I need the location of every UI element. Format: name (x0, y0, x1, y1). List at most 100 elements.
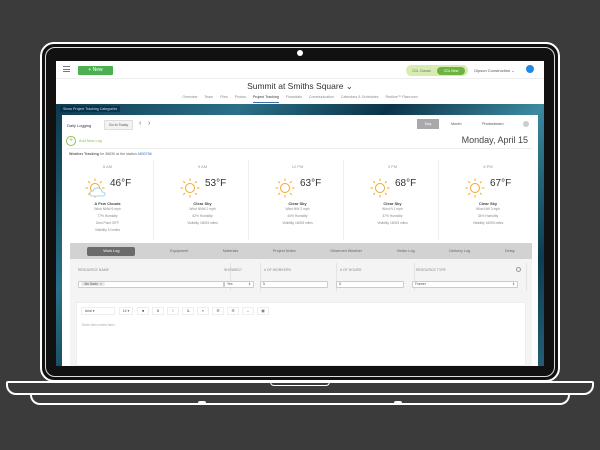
weather-slot: 3 PM 68°F Clear Sky Wind N 1 mph 37% Humidit… (347, 160, 439, 240)
sun-icon (465, 178, 485, 198)
add-new-log-button[interactable]: Add New Log (79, 139, 102, 143)
resource-name-input[interactable]: Jim Davis × (78, 281, 224, 288)
weather-detail: Visibility 10 miles (94, 228, 121, 232)
table-icon[interactable]: ▦ (257, 307, 269, 315)
tab-project-notes[interactable]: Project Notes (273, 249, 296, 253)
hamburger-menu-icon[interactable] (63, 66, 70, 72)
top-bar: + New CDL Classic CDL New Gipson Constru… (56, 61, 544, 79)
tab-financials[interactable]: Financials (286, 95, 302, 103)
weather-detail: Wind NW 2 mph (285, 207, 310, 211)
size-select[interactable]: 14 ▾ (119, 307, 133, 315)
resource-chip: Jim Davis × (81, 282, 105, 286)
tab-visitor-log[interactable]: Visitor Log (397, 249, 415, 253)
new-button[interactable]: + New (78, 66, 113, 75)
company-dropdown[interactable]: Gipson Construction ⌄ (474, 68, 515, 73)
weather-details: Wind NNW 2 mph 62% Humidity Visibility 160… (157, 206, 248, 227)
weather-temp: 46°F (110, 178, 132, 189)
next-day-icon[interactable]: › (148, 120, 150, 127)
tab-files[interactable]: Files (220, 95, 228, 103)
sun-icon (275, 178, 295, 198)
current-date: Monday, April 15 (461, 135, 528, 145)
weather-temp: 53°F (205, 178, 227, 189)
notes-editor: Arial ▾ 14 ▾ ■ B I S̶ ≡ ☰ ☰ ⇔ ▦ Enter item notes… (76, 302, 526, 366)
weather-detail: 37% Humidity (382, 214, 403, 218)
project-title[interactable]: Summit at Smiths Square ⌄ (56, 81, 544, 92)
column-header: RESOURCE NAME (78, 268, 109, 272)
laptop-base-bottom (30, 395, 570, 405)
bold-icon[interactable]: B (152, 307, 164, 315)
tab-team[interactable]: Team (204, 95, 213, 103)
tab-equipment[interactable]: Equipment (170, 249, 188, 253)
weather-slot: 9 AM 53°F Clear Sky Wind NNW 2 mph 62% Humid… (157, 160, 249, 240)
camera-icon (297, 50, 303, 56)
weather-time: 3 PM (387, 164, 398, 169)
column-divider (526, 263, 527, 291)
view-month[interactable]: Month (451, 122, 462, 126)
column-header: RESOURCE TYPE (416, 268, 446, 272)
view-day[interactable]: Day (417, 119, 439, 129)
strikethrough-icon[interactable]: S̶ (182, 307, 194, 315)
workers-input[interactable]: 5 (260, 281, 328, 288)
column-header: SHOWED? (224, 268, 242, 272)
settings-icon[interactable] (523, 121, 529, 127)
prev-day-icon[interactable]: ‹ (139, 120, 141, 127)
classic-mode[interactable]: CDL Classic (412, 69, 431, 73)
station-link[interactable]: 4830796 (138, 152, 152, 156)
mode-switch[interactable]: CDL Classic CDL New (406, 65, 468, 76)
color-icon[interactable]: ■ (137, 307, 149, 315)
avatar[interactable] (526, 65, 534, 73)
tab-delay[interactable]: Delay (505, 249, 515, 253)
ordered-list-icon[interactable]: ☰ (212, 307, 224, 315)
tab-observed-weather[interactable]: Observed Weather (330, 249, 362, 253)
weather-details: Wind NW 2 mph 44% Humidity Visibility 1609… (252, 206, 343, 227)
showed-value: Yes (227, 282, 233, 286)
daily-logging-label: Daily Logging (67, 123, 92, 128)
tab-delivery-log[interactable]: Delivery Log (449, 249, 470, 253)
weather-detail: Visibility 16093 miles (377, 221, 408, 225)
resource-chip-label: Jim Davis (84, 282, 98, 286)
tab-calendars-schedules[interactable]: Calendars & Schedules (341, 95, 379, 103)
weather-detail: Visibility 16093 miles (187, 221, 218, 225)
link-icon[interactable]: ⇔ (242, 307, 254, 315)
sun-icon (370, 178, 390, 198)
font-value: Arial (85, 309, 92, 313)
weather-detail: Visibility 16093 miles (472, 221, 504, 225)
hours-input[interactable]: 8 (336, 281, 404, 288)
go-to-today-button[interactable]: Go to Today (104, 120, 133, 130)
weather-forecast: 6 AM 46°F A Few Clouds Wind NNW 6 mph 77% Hu… (62, 160, 538, 240)
showed-select[interactable]: Yes ⇕ (224, 281, 254, 288)
show-categories-button[interactable]: Show Project Tracking Categories (60, 106, 121, 112)
tab-redline-planroom[interactable]: Redline™ Planroom (385, 95, 417, 103)
add-log-icon[interactable]: + (66, 136, 76, 146)
tab-work-log[interactable]: Work Log (87, 246, 136, 256)
weather-detail: Wind NW 3 mph (476, 207, 500, 211)
view-photostream[interactable]: Photostream (482, 122, 504, 126)
weather-detail: Wind N 1 mph (382, 207, 403, 211)
new-mode[interactable]: CDL New (437, 66, 465, 75)
settings-icon[interactable] (516, 267, 521, 272)
weather-detail: 34% Humidity (477, 214, 499, 218)
weather-detail: 44% Humidity (287, 214, 308, 218)
size-value: 14 (122, 309, 127, 313)
weather-temp: 63°F (300, 178, 322, 189)
notes-placeholder[interactable]: Enter item notes here... (82, 323, 117, 327)
tab-project-tracking[interactable]: Project Tracking (252, 95, 279, 103)
align-icon[interactable]: ≡ (197, 307, 209, 315)
weather-time: 9 AM (197, 164, 208, 169)
weather-tracking-line: Weather Tracking for 36830 at the statio… (69, 152, 152, 156)
weather-detail: Wind NNW 6 mph (94, 207, 121, 211)
tab-communication[interactable]: Communication (309, 95, 334, 103)
tab-materials[interactable]: Materials (223, 249, 238, 253)
laptop-notch (270, 381, 330, 386)
tab-overview[interactable]: Overview (182, 95, 197, 103)
remove-chip-icon[interactable]: × (100, 282, 102, 286)
italic-icon[interactable]: I (167, 307, 179, 315)
select-arrow-icon: ⇕ (512, 282, 515, 286)
app-screen: + New CDL Classic CDL New Gipson Constru… (56, 61, 544, 366)
bullet-list-icon[interactable]: ☰ (227, 307, 239, 315)
resource-type-select[interactable]: Framer ⇕ (412, 281, 518, 288)
select-arrow-icon: ⇕ (248, 282, 251, 286)
font-select[interactable]: Arial ▾ (81, 307, 115, 315)
tab-photos[interactable]: Photos (235, 95, 246, 103)
weather-slot: 12 PM 63°F Clear Sky Wind NW 2 mph 44% Humid… (252, 160, 344, 240)
